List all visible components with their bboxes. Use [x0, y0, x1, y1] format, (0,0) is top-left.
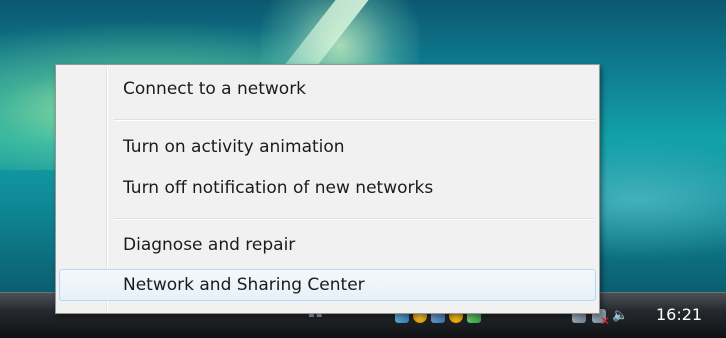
menu-separator — [114, 218, 595, 220]
menu-separator — [114, 119, 595, 121]
clock[interactable]: 16:21 — [656, 305, 702, 325]
menu-item-connect-to-network[interactable]: Connect to a network — [59, 73, 596, 105]
network-context-menu: Connect to a network Turn on activity an… — [55, 64, 600, 314]
menu-item-diagnose-and-repair[interactable]: Diagnose and repair — [59, 229, 596, 261]
volume-icon[interactable]: 🔈 — [612, 309, 630, 323]
menu-item-notification-new-networks[interactable]: Turn off notification of new networks — [59, 172, 596, 204]
menu-item-network-sharing-center[interactable]: Network and Sharing Center — [59, 269, 596, 301]
menu-item-activity-animation[interactable]: Turn on activity animation — [59, 131, 596, 163]
